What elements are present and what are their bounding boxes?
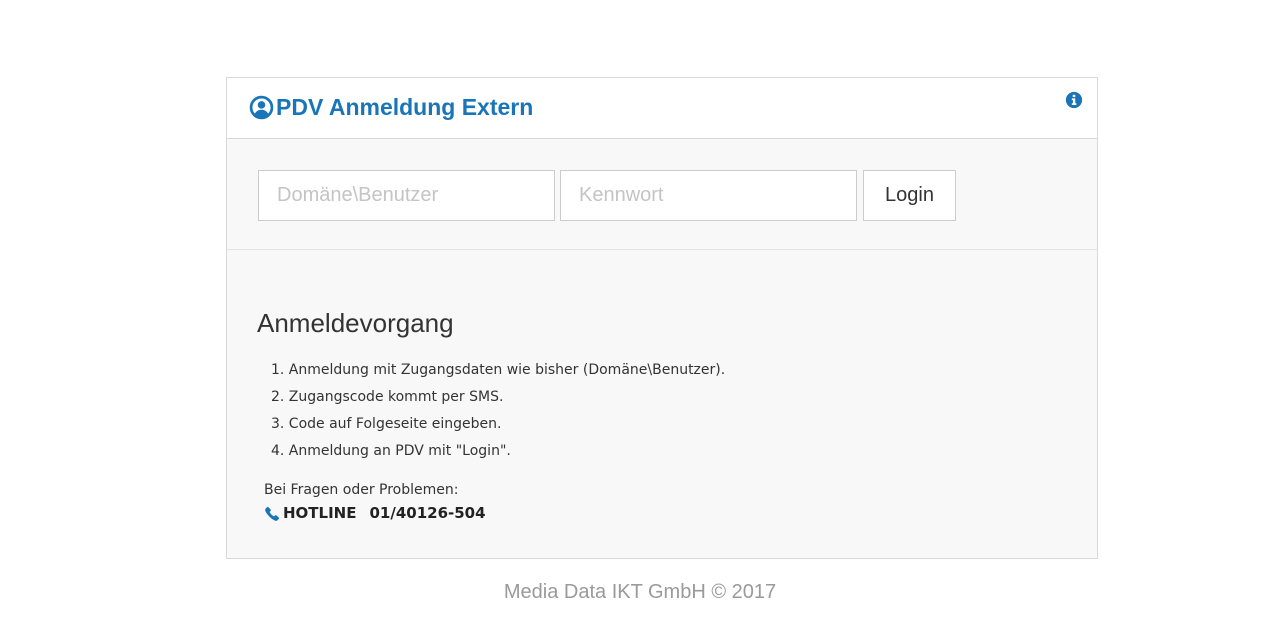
login-form: Login	[227, 139, 1097, 250]
help-text: Bei Fragen oder Problemen:	[264, 482, 459, 498]
hotline-label: HOTLINE	[283, 504, 357, 522]
footer-copyright: Media Data IKT GmbH © 2017	[503, 581, 777, 603]
password-input[interactable]	[560, 170, 857, 221]
login-panel: PDV Anmeldung Extern Login Anmeldevorgan…	[226, 77, 1098, 559]
login-button[interactable]: Login	[863, 170, 956, 221]
username-input[interactable]	[258, 170, 555, 221]
list-item: 3. Code auf Folgeseite eingeben.	[271, 416, 502, 432]
section-heading: Anmeldevorgang	[257, 308, 454, 338]
hotline: HOTLINE 01/40126-504	[265, 504, 486, 522]
list-item: 4. Anmeldung an PDV mit "Login".	[271, 443, 511, 459]
panel-header: PDV Anmeldung Extern	[227, 78, 1097, 139]
list-item: 2. Zugangscode kommt per SMS.	[271, 389, 504, 405]
phone-icon	[265, 506, 280, 521]
steps-list: 1. Anmeldung mit Zugangsdaten wie bisher…	[271, 357, 725, 465]
user-circle-icon	[249, 95, 274, 120]
hotline-number: 01/40126-504	[369, 504, 486, 522]
title-wrap: PDV Anmeldung Extern	[249, 94, 533, 120]
page-title: PDV Anmeldung Extern	[276, 94, 534, 120]
info-circle-icon[interactable]	[1065, 91, 1083, 109]
list-item: 1. Anmeldung mit Zugangsdaten wie bisher…	[271, 362, 726, 378]
